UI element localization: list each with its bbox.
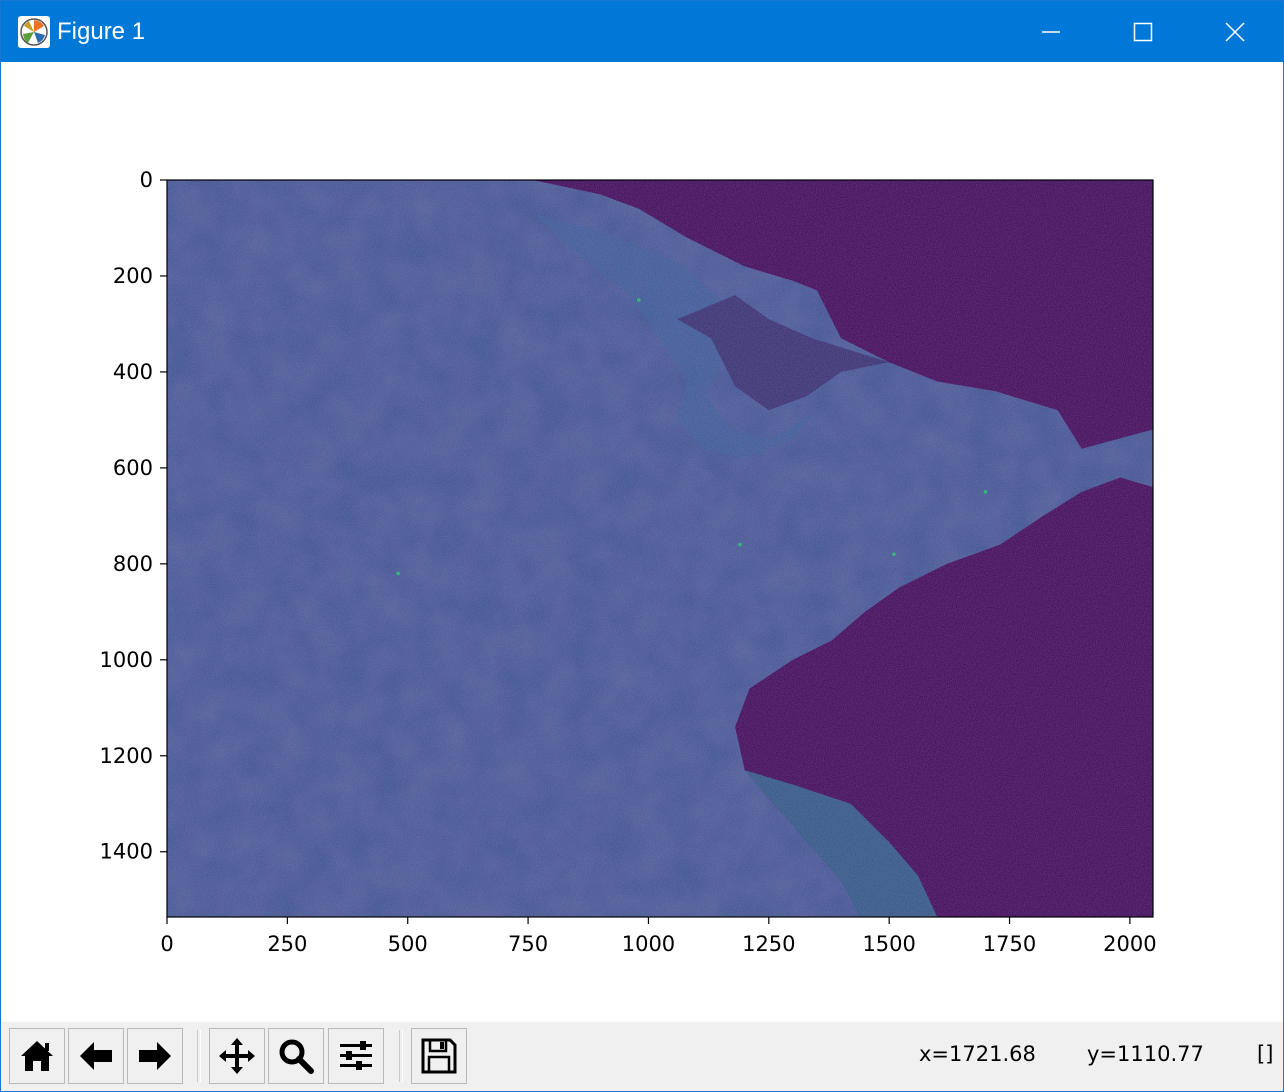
x-tick-label: 750 xyxy=(508,932,548,956)
arrow-left-icon xyxy=(80,1042,112,1070)
satellite-image xyxy=(167,180,1153,917)
arrow-right-icon xyxy=(139,1042,171,1070)
y-axis: 0 200 400 600 800 1000 1200 1400 xyxy=(100,168,167,864)
x-tick-label: 1500 xyxy=(862,932,915,956)
y-tick-label: 600 xyxy=(113,456,153,480)
save-button[interactable] xyxy=(411,1028,467,1084)
x-tick-label: 0 xyxy=(160,932,173,956)
home-icon xyxy=(21,1041,53,1071)
y-tick-label: 0 xyxy=(140,168,153,192)
home-button[interactable] xyxy=(9,1028,65,1084)
close-icon xyxy=(1225,21,1245,42)
magnifier-icon xyxy=(279,1039,314,1074)
minimize-button[interactable] xyxy=(1005,1,1097,62)
cursor-value-readout: [] xyxy=(1257,1042,1274,1066)
maximize-button[interactable] xyxy=(1097,1,1189,62)
y-tick-label: 1400 xyxy=(100,840,153,864)
bright-pixel xyxy=(637,298,641,302)
y-tick-label: 800 xyxy=(113,552,153,576)
y-tick-label: 1000 xyxy=(100,648,153,672)
x-tick-label: 1750 xyxy=(983,932,1036,956)
x-axis: 0 250 500 750 1000 1250 1500 1750 2000 xyxy=(160,917,1157,956)
title-bar[interactable]: Figure 1 xyxy=(1,1,1283,62)
toolbar-separator xyxy=(399,1030,403,1082)
x-tick-label: 1000 xyxy=(622,932,675,956)
configure-subplots-button[interactable] xyxy=(328,1028,384,1084)
y-tick-label: 1200 xyxy=(100,744,153,768)
sliders-icon xyxy=(340,1041,372,1070)
image-plot[interactable]: 0 250 500 750 1000 1250 1500 1750 2000 0 200 400 60… xyxy=(1,62,1283,1022)
cursor-x-readout: x=1721.68 xyxy=(919,1042,1036,1066)
minimize-icon xyxy=(1042,30,1060,33)
matplotlib-logo-icon xyxy=(18,16,50,48)
toolbar-separator xyxy=(197,1030,201,1082)
floppy-disk-icon xyxy=(421,1038,457,1074)
x-tick-label: 250 xyxy=(267,932,307,956)
x-tick-label: 2000 xyxy=(1103,932,1156,956)
close-button[interactable] xyxy=(1189,1,1281,62)
pan-button[interactable] xyxy=(209,1028,265,1084)
y-tick-label: 200 xyxy=(113,264,153,288)
y-tick-label: 400 xyxy=(113,360,153,384)
x-tick-label: 500 xyxy=(388,932,428,956)
bright-pixel xyxy=(983,490,988,494)
x-tick-label: 1250 xyxy=(742,932,795,956)
move-icon xyxy=(219,1038,255,1074)
figure-window: Figure 1 0 250 500 750 1000 1250 1500 17… xyxy=(0,0,1284,1092)
forward-button[interactable] xyxy=(127,1028,183,1084)
figure-canvas[interactable]: 0 250 500 750 1000 1250 1500 1750 2000 0 200 400 60… xyxy=(1,62,1283,1022)
window-title: Figure 1 xyxy=(57,18,146,45)
cursor-y-readout: y=1110.77 xyxy=(1087,1042,1204,1066)
image-noise xyxy=(167,180,1153,917)
bright-pixel xyxy=(738,542,742,547)
zoom-button[interactable] xyxy=(268,1028,324,1084)
maximize-icon xyxy=(1133,22,1153,41)
back-button[interactable] xyxy=(68,1028,124,1084)
bright-pixel xyxy=(396,571,400,576)
bright-pixel xyxy=(892,552,896,557)
